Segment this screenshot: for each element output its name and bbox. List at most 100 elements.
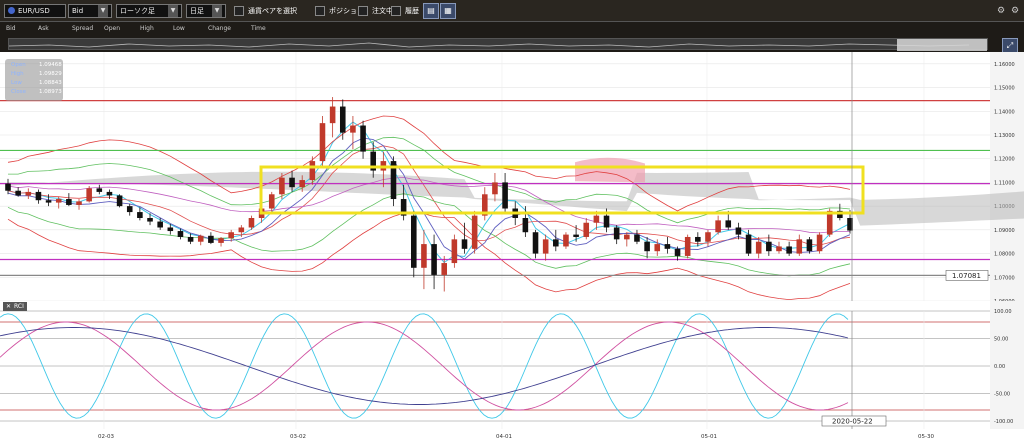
candle-body [248, 218, 255, 228]
candle-body [766, 241, 772, 252]
candle-body [157, 221, 163, 228]
candle-body [755, 241, 762, 254]
ichimoku-cloud-bull [575, 157, 645, 183]
price-type-select[interactable]: Bid ▼ [68, 3, 112, 18]
candle-body [15, 190, 21, 196]
timeframe-select[interactable]: 日足 ▼ [186, 3, 226, 18]
link-pair-toggle[interactable]: 通貨ペアを選択 [234, 3, 297, 18]
legend-low: Low [173, 25, 185, 32]
chart-type-select[interactable]: ローソク足 ▼ [116, 3, 182, 18]
drawing-icon: ▦ [440, 2, 456, 19]
navigator-scrollbar[interactable] [8, 38, 988, 51]
price-tick-label: 1.16000 [994, 62, 1015, 68]
rci-tick-label: 50.00 [994, 337, 1008, 343]
price-tick-label: 1.11000 [994, 180, 1015, 186]
legend-change: Change [208, 25, 231, 32]
rci-tick-label: -50.00 [994, 392, 1010, 398]
chevron-down-icon: ▼ [168, 4, 178, 17]
candle-body [218, 238, 224, 243]
legend-ask: Ask [38, 25, 49, 32]
close-label: Close [11, 89, 26, 95]
link-pair-checkbox[interactable] [234, 5, 244, 16]
chart-type-label: ローソク足 [120, 6, 155, 15]
close-icon[interactable]: ✕ [6, 303, 11, 310]
candle-body [197, 235, 204, 242]
x-tick-label: 02-03 [98, 434, 114, 440]
candle-body [238, 227, 245, 233]
gear-icon: ⚙ [1011, 5, 1020, 16]
navigator-overview [9, 39, 987, 51]
drawing-button[interactable]: ▦ [440, 2, 456, 19]
candle-body [654, 244, 661, 252]
candle-body [208, 235, 214, 243]
candle-body [360, 125, 366, 152]
candle-body [167, 227, 174, 232]
candle-body [664, 244, 671, 249]
legend-time: Time [251, 25, 266, 32]
candle-body [745, 234, 752, 254]
close-value: 1.08973 [39, 89, 62, 95]
candle-body [573, 234, 579, 237]
candle-body [796, 239, 803, 254]
position-checkbox[interactable] [315, 5, 325, 16]
rci-label: RCI [14, 303, 24, 310]
high-value: 1.09829 [39, 71, 62, 77]
price-chart[interactable]: 1.16000 1.15000 1.14000 1.13000 1.12000 1.110… [0, 52, 1024, 301]
navigator-bar [0, 36, 1024, 52]
candle-body [289, 177, 295, 188]
candle-body [339, 106, 346, 133]
candle-body [228, 232, 234, 239]
candle-body [644, 241, 650, 252]
order-toggle[interactable]: 注文中 [358, 3, 393, 18]
date-badge-label: 2020-05-22 [832, 418, 873, 426]
expand-button[interactable]: ⤢ [1002, 38, 1018, 53]
candle-body [563, 234, 569, 247]
symbol-label: EUR/USD [18, 6, 50, 15]
candle-body [786, 246, 792, 254]
candle-body [329, 106, 336, 124]
rci-tick-label: 0.00 [994, 364, 1005, 370]
price-tick-label: 1.13000 [994, 133, 1015, 139]
rci-tick-label: 100.00 [994, 309, 1012, 315]
candle-body [137, 212, 143, 218]
indicator-icon: ▤ [423, 2, 439, 19]
candle-body [776, 246, 782, 252]
candle-body [725, 220, 732, 228]
candle-body [461, 239, 468, 249]
history-checkbox[interactable] [391, 5, 401, 16]
x-tick-label: 03-02 [290, 434, 306, 440]
options-button[interactable]: ⚙ [1011, 3, 1019, 18]
candle-body [816, 234, 823, 252]
candle-body [715, 220, 721, 233]
candle-body [279, 177, 285, 195]
candle-body [451, 239, 458, 264]
indicator-button[interactable]: ▤ [423, 2, 439, 19]
gear-icon: ⚙ [997, 5, 1006, 16]
candle-body [431, 244, 437, 275]
position-toggle[interactable]: ポジション [315, 3, 364, 18]
candle-body [55, 199, 62, 203]
rci-header: ✕ RCI [3, 302, 27, 311]
candle-body [106, 191, 113, 196]
order-label: 注文中 [372, 6, 393, 15]
candle-body [86, 188, 92, 202]
candle-body [309, 161, 316, 181]
candle-body [66, 199, 72, 205]
price-tick-label: 1.07000 [994, 275, 1015, 281]
x-tick-label: 04-01 [496, 434, 512, 440]
candle-body [319, 123, 326, 162]
symbol-select[interactable]: EUR/USD [4, 3, 66, 18]
history-toggle[interactable]: 履歴 [391, 3, 419, 18]
price-tick-label: 1.12000 [994, 157, 1015, 163]
rci-chart[interactable]: 100.00 50.00 0.00 -50.00 -100.00 2020-05-22 [0, 301, 1024, 429]
chart-toolbar: EUR/USD Bid ▼ ローソク足 ▼ 日足 ▼ 通貨ペアを選択 ポジション 注文… [0, 0, 1024, 22]
candle-body [35, 191, 42, 201]
order-checkbox[interactable] [358, 5, 368, 16]
candle-body [735, 227, 742, 235]
legend-open: Open [104, 25, 121, 32]
settings-button[interactable]: ⚙ [997, 3, 1005, 18]
candle-body [45, 200, 52, 203]
candle-body [187, 236, 194, 242]
chevron-down-icon: ▼ [98, 4, 108, 17]
legend-bid: Bid [6, 25, 16, 32]
